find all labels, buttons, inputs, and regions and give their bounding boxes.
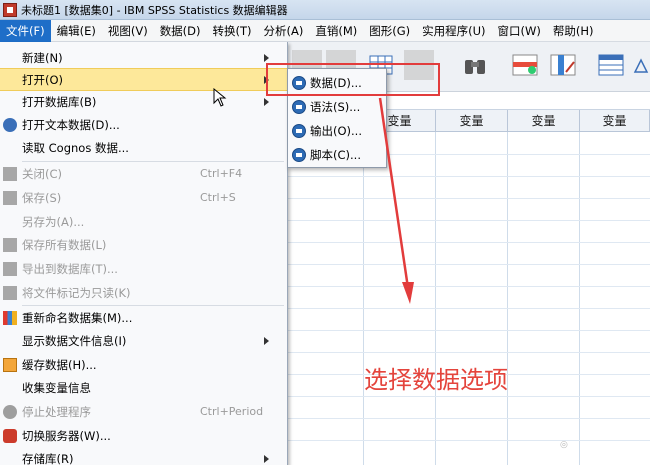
menu-file[interactable]: 文件(F) [0, 19, 51, 42]
export-db-icon [3, 261, 17, 276]
submenu-arrow-icon [264, 53, 269, 62]
column-header[interactable]: 变量 [508, 110, 580, 132]
column-header[interactable]: 变量 [436, 110, 508, 132]
annotation-text: 选择数据选项 [364, 366, 508, 394]
server-icon [3, 428, 17, 443]
save-icon [3, 190, 17, 205]
weight-cases-icon[interactable] [632, 50, 650, 80]
column-header[interactable]: 变量 [580, 110, 650, 132]
menu-data[interactable]: 数据(D) [154, 20, 207, 42]
annotation-arrow-icon [378, 97, 414, 304]
menu-item-stop-processor[interactable]: 停止处理程序 Ctrl+Period [0, 400, 287, 423]
menu-item-save[interactable]: 保存(S) Ctrl+S [0, 186, 287, 209]
menu-item-export-db[interactable]: 导出到数据库(T)... [0, 257, 287, 280]
menu-item-close[interactable]: 关闭(C) Ctrl+F4 [0, 162, 287, 185]
menu-bar: 文件(F) 编辑(E) 视图(V) 数据(D) 转换(T) 分析(A) 直销(M… [0, 19, 650, 42]
insert-cases-icon[interactable] [510, 50, 540, 80]
stop-icon [3, 404, 17, 419]
save-all-icon [3, 237, 17, 252]
split-file-icon[interactable] [596, 50, 626, 80]
open-output-icon [292, 124, 306, 138]
cache-data-icon [3, 357, 17, 372]
menu-item-open-database[interactable]: 打开数据库(B) [0, 90, 287, 113]
goto-variable-icon[interactable] [404, 50, 434, 80]
rename-dataset-icon [3, 310, 17, 325]
menu-item-cache-data[interactable]: 缓存数据(H)... [0, 353, 287, 376]
menu-edit[interactable]: 编辑(E) [51, 20, 102, 42]
menu-analyze[interactable]: 分析(A) [258, 20, 310, 42]
menu-item-switch-server[interactable]: 切换服务器(W)... [0, 424, 287, 447]
menu-item-new[interactable]: 新建(N) [0, 46, 287, 69]
menu-help[interactable]: 帮助(H) [547, 20, 600, 42]
menu-item-collect-variable-info[interactable]: 收集变量信息 [0, 376, 287, 399]
close-file-icon [3, 166, 17, 181]
watermark-logo: ◎ [560, 440, 568, 450]
menu-item-save-all[interactable]: 保存所有数据(L) [0, 233, 287, 256]
submenu-arrow-icon [264, 75, 269, 84]
find-icon[interactable] [460, 50, 490, 80]
text-data-icon [3, 117, 17, 132]
open-script-icon [292, 148, 306, 162]
menu-transform[interactable]: 转换(T) [207, 20, 258, 42]
menu-item-read-cognos[interactable]: 读取 Cognos 数据... [0, 136, 287, 159]
menu-item-rename-dataset[interactable]: 重新命名数据集(M)... [0, 306, 287, 329]
open-syntax-icon [292, 100, 306, 114]
title-bar: 未标题1 [数据集0] - IBM SPSS Statistics 数据编辑器 [0, 0, 650, 20]
mouse-cursor-icon [213, 88, 227, 107]
menu-item-save-as[interactable]: 另存为(A)... [0, 210, 287, 233]
menu-view[interactable]: 视图(V) [102, 20, 154, 42]
submenu-arrow-icon [264, 454, 269, 463]
submenu-arrow-icon [264, 97, 269, 106]
menu-direct-marketing[interactable]: 直销(M) [309, 20, 363, 42]
menu-utilities[interactable]: 实用程序(U) [416, 20, 491, 42]
file-menu-dropdown: 新建(N) 打开(O) 打开数据库(B) 打开文本数据(D)... 读取 Cog… [0, 42, 288, 465]
menu-item-mark-readonly[interactable]: 将文件标记为只读(K) [0, 281, 287, 304]
menu-graphs[interactable]: 图形(G) [363, 20, 416, 42]
insert-variable-icon[interactable] [548, 50, 578, 80]
readonly-icon [3, 285, 17, 300]
menu-item-repository[interactable]: 存储库(R) [0, 447, 287, 465]
spss-app-icon [3, 2, 17, 17]
menu-item-open[interactable]: 打开(O) [0, 68, 287, 92]
submenu-item-data[interactable]: 数据(D)... [288, 71, 386, 95]
menu-item-open-text-data[interactable]: 打开文本数据(D)... [0, 113, 287, 136]
open-data-icon [292, 76, 306, 90]
window-title: 未标题1 [数据集0] - IBM SPSS Statistics 数据编辑器 [21, 3, 288, 17]
submenu-arrow-icon [264, 336, 269, 345]
menu-window[interactable]: 窗口(W) [492, 20, 547, 42]
menu-item-data-file-info[interactable]: 显示数据文件信息(I) [0, 329, 287, 352]
